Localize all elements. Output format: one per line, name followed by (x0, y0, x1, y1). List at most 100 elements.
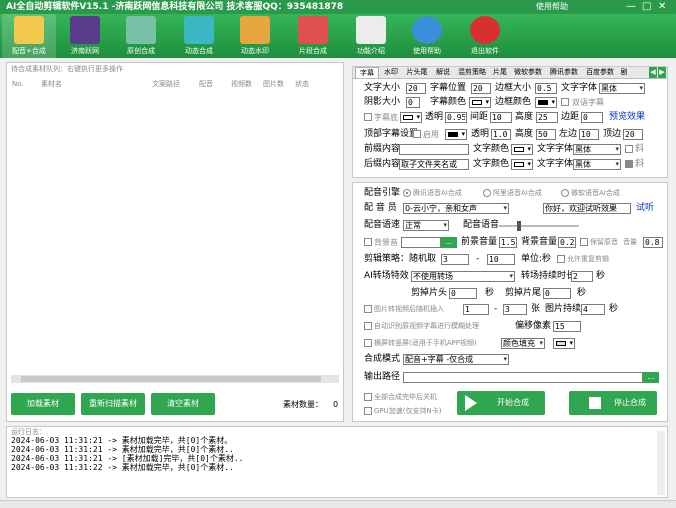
back-italic-checkbox[interactable] (625, 160, 633, 168)
close-button[interactable]: ✕ (658, 0, 666, 14)
auto-blur-checkbox[interactable] (364, 322, 372, 330)
toolbar-original[interactable]: 原创合成 (114, 14, 168, 58)
help-link[interactable]: 使用帮助 (536, 0, 568, 14)
bgm-path-input[interactable] (401, 237, 441, 248)
try-listen-link[interactable]: 试听 (636, 203, 654, 214)
tab-subtitle[interactable]: 字幕 (355, 67, 379, 78)
col-no: No. (12, 80, 24, 88)
vol-slider[interactable] (499, 221, 579, 231)
top-sub-enable-checkbox[interactable] (413, 130, 421, 138)
toolbar-jinan[interactable]: 济南跃网 (58, 14, 112, 58)
height-input[interactable] (536, 112, 558, 123)
back-content-input[interactable] (399, 159, 469, 170)
scrollbar-thumb[interactable] (21, 376, 321, 382)
toolbar-intro[interactable]: 功能介绍 (344, 14, 398, 58)
output-path-input[interactable] (403, 372, 643, 383)
transition-select[interactable]: 不使用转场 (411, 271, 515, 282)
tab-intro-outro[interactable]: 片头尾 (403, 67, 431, 78)
keep-original-checkbox[interactable] (580, 238, 588, 246)
img-from-input[interactable] (463, 304, 489, 315)
border-color-picker[interactable] (535, 97, 557, 108)
tab-mix-strategy[interactable]: 混剪策略 (455, 67, 489, 78)
gpu-checkbox[interactable] (364, 407, 372, 415)
toolbar-exit[interactable]: 退出软件 (458, 14, 512, 58)
cut-tail-input[interactable] (543, 288, 571, 299)
border-size-input[interactable] (535, 83, 557, 94)
voice-select[interactable]: 0-云小宁，亲和女声 (403, 203, 509, 214)
engine-ali-radio[interactable] (483, 189, 491, 197)
tab-prev-icon[interactable]: ◀ (649, 67, 657, 78)
bgm-checkbox[interactable] (364, 238, 372, 246)
margin-input[interactable] (581, 112, 603, 123)
load-material-button[interactable]: 加载素材 (11, 393, 75, 415)
engine-tencent-radio[interactable] (403, 189, 411, 197)
maximize-button[interactable]: □ (642, 0, 651, 14)
preview-link[interactable]: 预览效果 (609, 112, 645, 123)
log-scrollbar[interactable] (657, 431, 665, 495)
tab-tx-params[interactable]: 腾讯参数 (547, 67, 581, 78)
top-alpha-input[interactable] (491, 129, 511, 140)
toolbar-clip[interactable]: 片段合成 (286, 14, 340, 58)
spacing-input[interactable] (490, 112, 512, 123)
tab-more[interactable]: 剧 (619, 67, 629, 78)
cut-from-input[interactable] (441, 254, 469, 265)
front-content-input[interactable] (399, 144, 469, 155)
front-color-picker[interactable] (511, 144, 533, 155)
allow-repeat-checkbox[interactable] (557, 255, 565, 263)
sub-bg-checkbox[interactable] (364, 113, 372, 121)
alpha-input[interactable] (445, 112, 467, 123)
vol2-input[interactable] (643, 237, 663, 248)
toolbar-watermark[interactable]: 动态水印 (228, 14, 282, 58)
double-sub-checkbox[interactable] (561, 98, 569, 106)
back-font-select[interactable]: 黑体 (573, 159, 621, 170)
engine-ms-radio[interactable] (561, 189, 569, 197)
offset-input[interactable] (553, 321, 581, 332)
start-synthesis-button[interactable]: 开始合成 (457, 391, 545, 415)
fill-select[interactable]: 颜色填充 (501, 338, 545, 349)
rescan-button[interactable]: 重新扫描素材 (81, 393, 145, 415)
sub-bg-color-picker[interactable] (400, 112, 422, 123)
tab-commentary[interactable]: 解说 (433, 67, 453, 78)
sample-text-input[interactable] (543, 203, 631, 214)
minimize-button[interactable]: — (626, 0, 636, 14)
img-insert-checkbox[interactable] (364, 305, 372, 313)
font-size-input[interactable] (406, 83, 426, 94)
font-select[interactable]: 黑体 (599, 83, 645, 94)
img-duration-input[interactable] (581, 304, 605, 315)
horizontal-scrollbar[interactable] (11, 375, 339, 383)
tab-bd-params[interactable]: 百度参数 (583, 67, 617, 78)
top-color-picker[interactable] (445, 129, 467, 140)
stop-synthesis-button[interactable]: 停止合成 (569, 391, 657, 415)
toolbar-dynamic[interactable]: 动态合成 (172, 14, 226, 58)
landscape-checkbox[interactable] (364, 339, 372, 347)
top-margin-input[interactable] (623, 129, 643, 140)
shadow-input[interactable] (406, 97, 420, 108)
bgm-browse-button[interactable]: ... (441, 237, 457, 248)
shutdown-checkbox[interactable] (364, 393, 372, 401)
tab-next-icon[interactable]: ▶ (658, 67, 666, 78)
vol-slider-handle[interactable] (517, 221, 521, 231)
left-input[interactable] (579, 129, 599, 140)
fill-color-picker[interactable] (553, 338, 575, 349)
back-color-picker[interactable] (511, 159, 533, 170)
tab-ending[interactable]: 片尾 (491, 67, 509, 78)
mode-select[interactable]: 配音+字幕 -仅合成 (403, 354, 509, 365)
sub-color-picker[interactable] (469, 97, 491, 108)
sub-pos-input[interactable] (471, 83, 491, 94)
front-font-select[interactable]: 黑体 (573, 144, 621, 155)
top-height-input[interactable] (536, 129, 556, 140)
output-browse-button[interactable]: ... (643, 372, 659, 383)
clear-material-button[interactable]: 清空素材 (151, 393, 215, 415)
toolbar-help[interactable]: 使用帮助 (400, 14, 454, 58)
cut-head-input[interactable] (449, 288, 477, 299)
back-vol-input[interactable] (558, 237, 576, 248)
front-italic-checkbox[interactable] (625, 145, 633, 153)
tab-watermark[interactable]: 水印 (381, 67, 401, 78)
front-vol-input[interactable] (499, 237, 517, 248)
speed-select[interactable]: 正常 (403, 220, 449, 231)
tab-ms-params[interactable]: 微软参数 (511, 67, 545, 78)
img-to-input[interactable] (503, 304, 527, 315)
cut-to-input[interactable] (487, 254, 515, 265)
toolbar-dub-merge[interactable]: 配音+合成 (2, 14, 56, 58)
transition-duration-input[interactable] (571, 271, 593, 282)
